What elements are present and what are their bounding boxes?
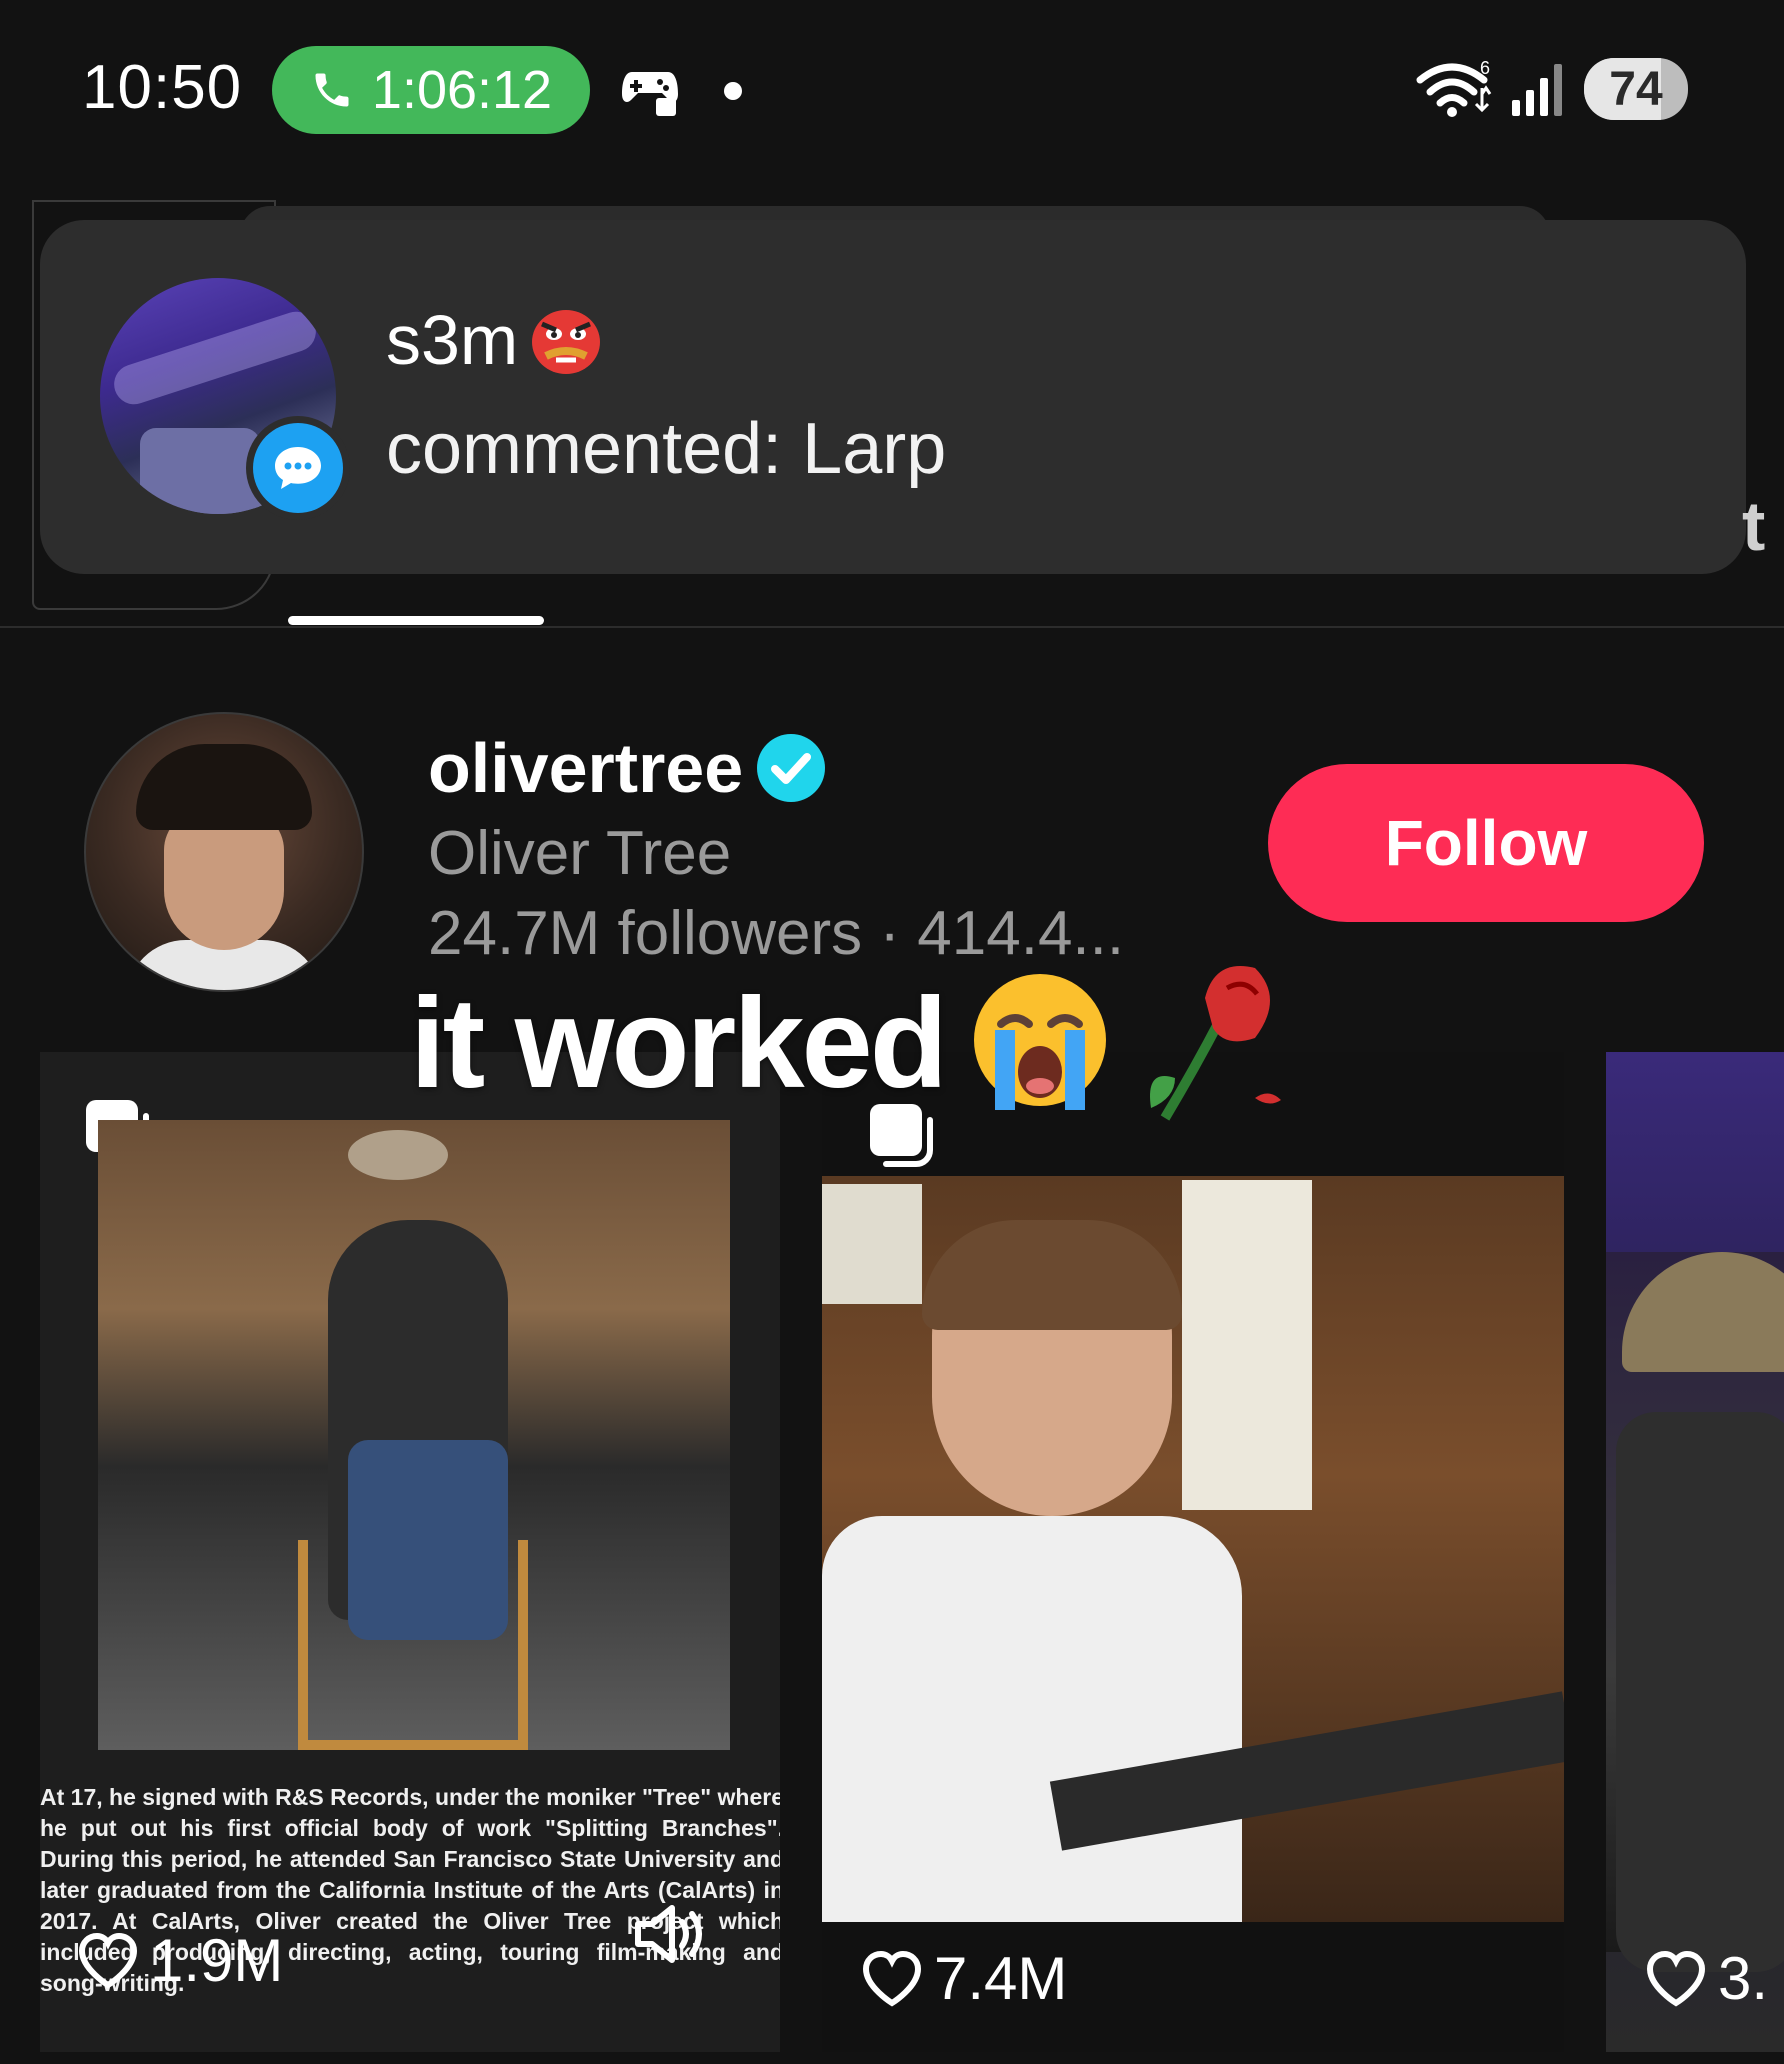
- signal-icon: [1512, 64, 1562, 116]
- notification-username-text: s3m: [386, 301, 519, 379]
- header-divider: [0, 626, 1784, 628]
- like-count-text: 7.4M: [934, 1945, 1068, 2012]
- call-timer-text: 1:06:12: [371, 60, 553, 120]
- video-thumbnail: [98, 1120, 730, 1750]
- notification-username: s3m: [386, 300, 606, 380]
- follow-button[interactable]: Follow: [1268, 764, 1704, 922]
- verified-icon: [757, 734, 826, 802]
- video-card[interactable]: 7.4M: [822, 1052, 1564, 2052]
- notification-dot: [724, 82, 742, 100]
- like-count: 7.4M: [860, 1944, 1067, 2013]
- like-count: 1.9M: [76, 1926, 283, 1995]
- like-count-text: 3.: [1718, 1945, 1769, 2012]
- heart-icon: [78, 1932, 138, 1989]
- like-count: 3.: [1644, 1944, 1768, 2013]
- profile-avatar[interactable]: [84, 712, 364, 992]
- wifi-icon: 6: [1416, 58, 1492, 117]
- video-card[interactable]: 3.: [1606, 1052, 1784, 2052]
- status-time: 10:50: [82, 53, 243, 122]
- like-count-text: 1.9M: [150, 1927, 284, 1994]
- goblin-emoji-icon: [532, 310, 601, 374]
- sound-icon[interactable]: [630, 1894, 710, 1974]
- profile-username-text: olivertree: [428, 729, 744, 807]
- comment-bubble-icon: [275, 447, 321, 489]
- rose-emoji-icon: [1149, 966, 1281, 1121]
- wifi-label: 6: [1480, 58, 1490, 78]
- notification-message: commented: Larp: [386, 409, 947, 489]
- video-thumbnail: [1606, 1252, 1784, 1972]
- video-card[interactable]: At 17, he signed with R&S Records, under…: [40, 1052, 780, 2052]
- game-controller-icon: [622, 72, 678, 116]
- battery-indicator: 74: [1584, 58, 1688, 120]
- profile-username[interactable]: olivertree: [428, 728, 827, 808]
- comment-badge: [246, 416, 350, 520]
- battery-percent: 74: [1609, 62, 1663, 116]
- video-thumbnail: [822, 1176, 1564, 1922]
- overlay-caption-text: it worked: [410, 971, 948, 1115]
- active-tab-underline: [288, 616, 544, 625]
- call-timer-pill[interactable]: 1:06:12: [272, 46, 590, 134]
- crying-emoji-icon: [973, 974, 1106, 1110]
- phone-icon: [315, 73, 349, 107]
- heart-icon: [862, 1950, 922, 2007]
- clipped-tab-label: t: [1742, 487, 1766, 565]
- heart-icon: [1646, 1950, 1706, 2007]
- profile-display-name: Oliver Tree: [428, 819, 732, 888]
- overlay-caption: it worked: [410, 958, 1285, 1128]
